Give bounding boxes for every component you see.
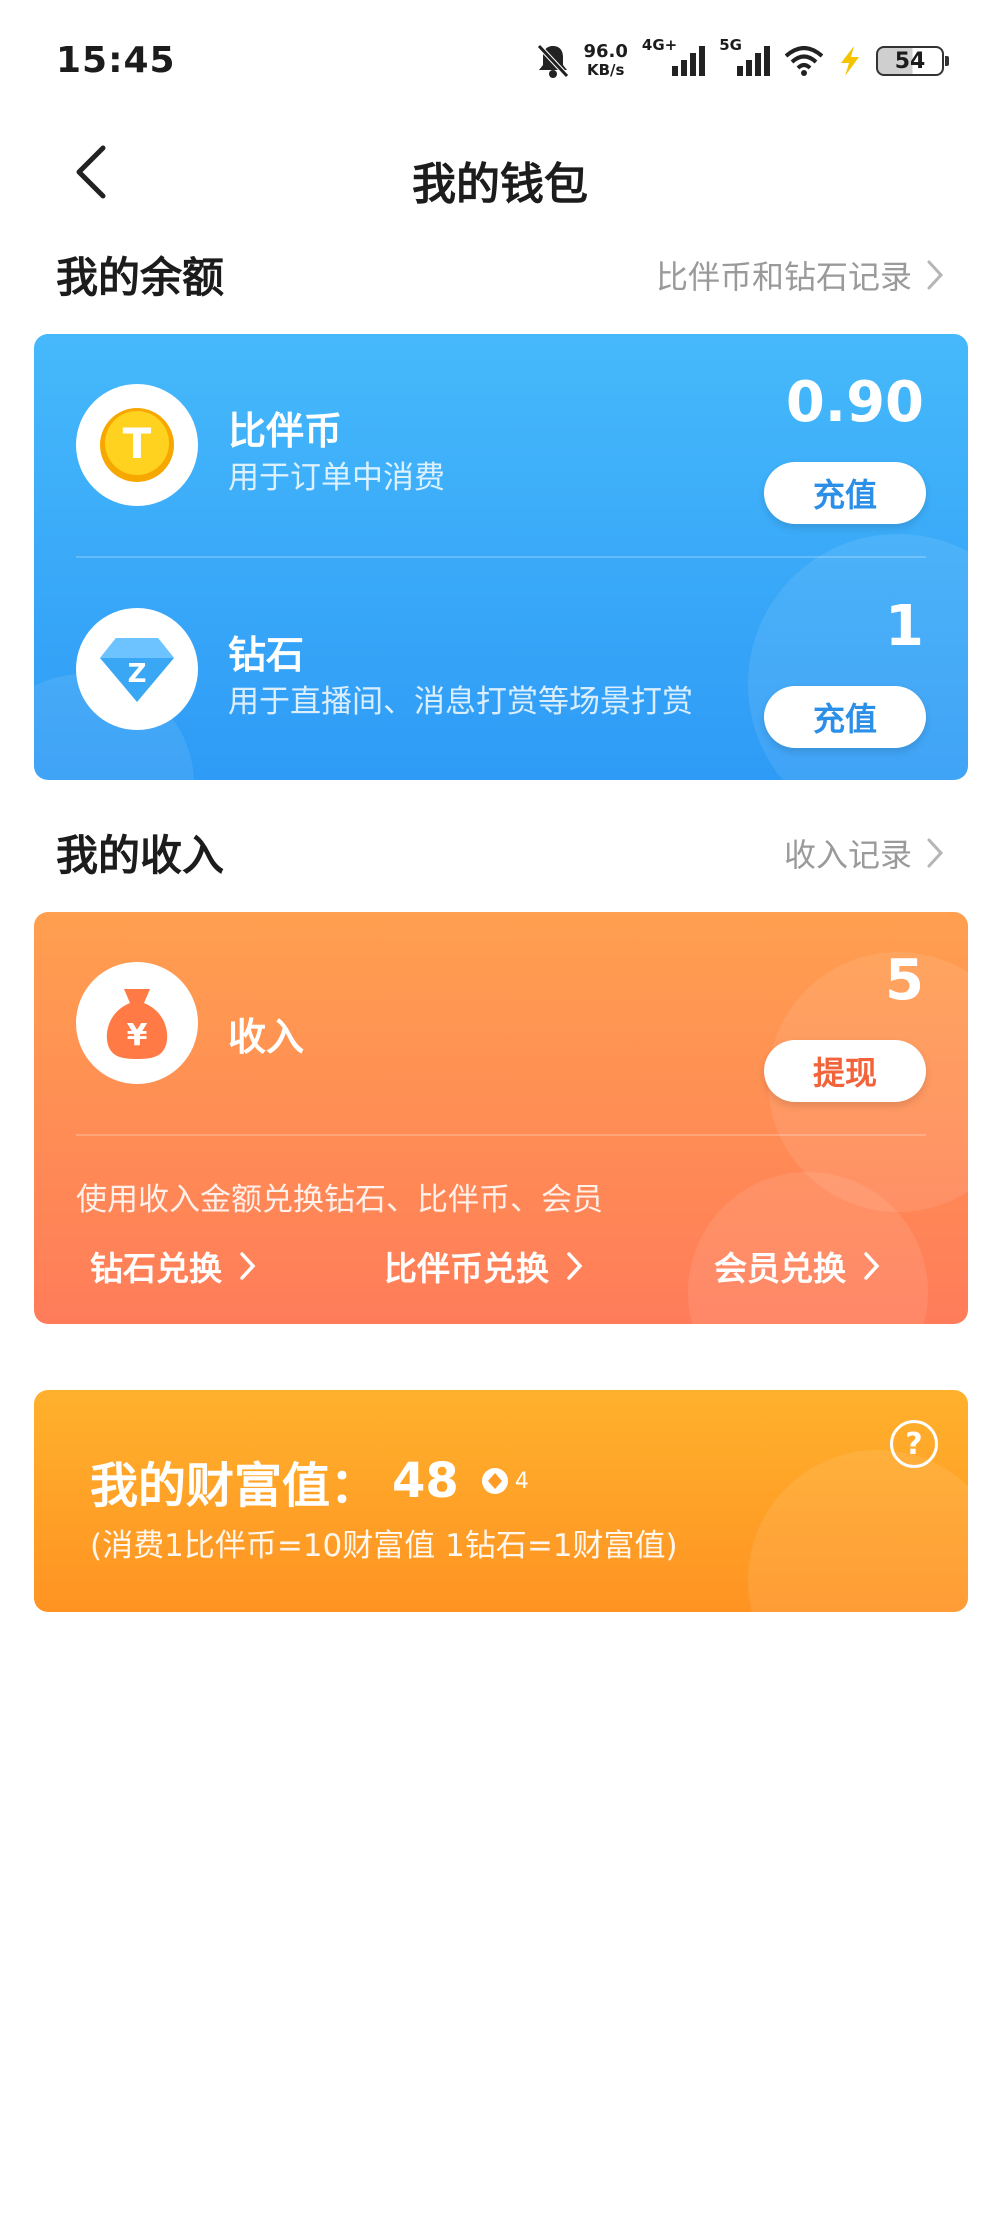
coin-icon: T	[76, 384, 198, 506]
coin-name: 比伴币	[228, 409, 343, 453]
help-icon[interactable]: ?	[890, 1420, 938, 1468]
diamond-icon-letter: Z	[128, 659, 147, 689]
coin-diamond-records-label: 比伴币和钻石记录	[655, 258, 912, 296]
chevron-right-icon	[864, 1252, 880, 1280]
income-section-title: 我的收入	[56, 831, 225, 880]
page-title: 我的钱包	[412, 159, 588, 210]
diamond-recharge-button[interactable]: 充值	[764, 686, 926, 748]
vip-exchange-link[interactable]: 会员兑换	[714, 1242, 880, 1290]
chevron-right-icon	[567, 1252, 583, 1280]
diamond-exchange-label: 钻石兑换	[90, 1249, 222, 1288]
wealth-level-icon	[481, 1468, 508, 1494]
income-section-header: 我的收入 收入记录	[56, 822, 944, 882]
diamond-name: 钻石	[228, 633, 305, 677]
coin-amount: 0.90	[785, 370, 924, 435]
battery-icon: 54	[876, 46, 949, 76]
diamond-icon: Z	[76, 608, 198, 730]
income-card: ¥ 收入 5 提现 使用收入金额兑换钻石、比伴币、会员 钻石兑换 比伴币兑换 会…	[34, 912, 968, 1324]
withdraw-button[interactable]: 提现	[764, 1040, 926, 1102]
money-bag-symbol: ¥	[127, 1018, 148, 1053]
coin-exchange-label: 比伴币兑换	[384, 1249, 549, 1288]
coin-recharge-button[interactable]: 充值	[764, 462, 926, 524]
income-divider	[76, 1134, 926, 1136]
coin-exchange-link[interactable]: 比伴币兑换	[384, 1242, 583, 1290]
income-amount: 5	[885, 948, 924, 1013]
income-records-label: 收入记录	[783, 836, 912, 874]
wealth-card: ? 我的财富值： 48 4 (消费1比伴币=10财富值 1钻石=1财富值)	[34, 1390, 968, 1612]
header: 我的钱包	[0, 120, 1000, 230]
signal-5g-label: 5G	[719, 36, 742, 54]
signal-icon: 4G+	[642, 36, 706, 76]
status-time: 15:45	[56, 40, 176, 81]
coin-icon-letter: T	[123, 419, 152, 468]
chevron-right-icon	[927, 838, 944, 868]
signal-5g-icon: 5G	[719, 36, 770, 76]
balance-card: T 比伴币 用于订单中消费 0.90 充值 Z 钻石 用于直播间、消息打赏等场景…	[34, 334, 968, 780]
income-name: 收入	[228, 1015, 305, 1059]
signal-label: 4G+	[641, 36, 678, 54]
income-records-link[interactable]: 收入记录	[784, 830, 944, 876]
balance-section-header: 我的余额 比伴币和钻石记录	[56, 244, 944, 304]
status-icons: 96.0 KB/s 4G+ 5G 54	[536, 36, 949, 86]
status-bar: 15:45 96.0 KB/s 4G+ 5G 54	[0, 0, 1000, 120]
wealth-level-badge: 4	[481, 1467, 529, 1495]
net-speed: 96.0 KB/s	[583, 41, 628, 80]
coin-desc: 用于订单中消费	[228, 460, 445, 496]
diamond-exchange-link[interactable]: 钻石兑换	[90, 1242, 256, 1290]
wealth-note: (消费1比伴币=10财富值 1钻石=1财富值)	[90, 1528, 678, 1564]
bell-off-icon	[536, 43, 570, 79]
balance-section-title: 我的余额	[56, 253, 225, 302]
money-bag-icon: ¥	[76, 962, 198, 1084]
net-speed-unit: KB/s	[586, 61, 625, 79]
wealth-value: 48	[392, 1453, 459, 1509]
income-note: 使用收入金额兑换钻石、比伴币、会员	[76, 1182, 603, 1218]
diamond-row: Z 钻石 用于直播间、消息打赏等场景打赏 1 充值	[34, 558, 968, 780]
coin-row: T 比伴币 用于订单中消费 0.90 充值	[34, 334, 968, 554]
coin-diamond-records-link[interactable]: 比伴币和钻石记录	[656, 252, 944, 298]
vip-exchange-label: 会员兑换	[714, 1249, 846, 1288]
wealth-level-value: 4	[514, 1468, 529, 1494]
chevron-right-icon	[927, 260, 944, 290]
net-speed-value: 96.0	[583, 41, 628, 62]
charging-icon	[838, 46, 862, 76]
battery-level: 54	[894, 48, 926, 74]
diamond-desc: 用于直播间、消息打赏等场景打赏	[228, 684, 693, 720]
diamond-amount: 1	[885, 594, 924, 659]
decorative-circle	[748, 1450, 968, 1612]
wealth-label: 我的财富值：	[90, 1458, 379, 1514]
wifi-icon	[784, 46, 824, 76]
chevron-right-icon	[240, 1252, 256, 1280]
wealth-title: 我的财富值： 48 4	[90, 1446, 529, 1516]
